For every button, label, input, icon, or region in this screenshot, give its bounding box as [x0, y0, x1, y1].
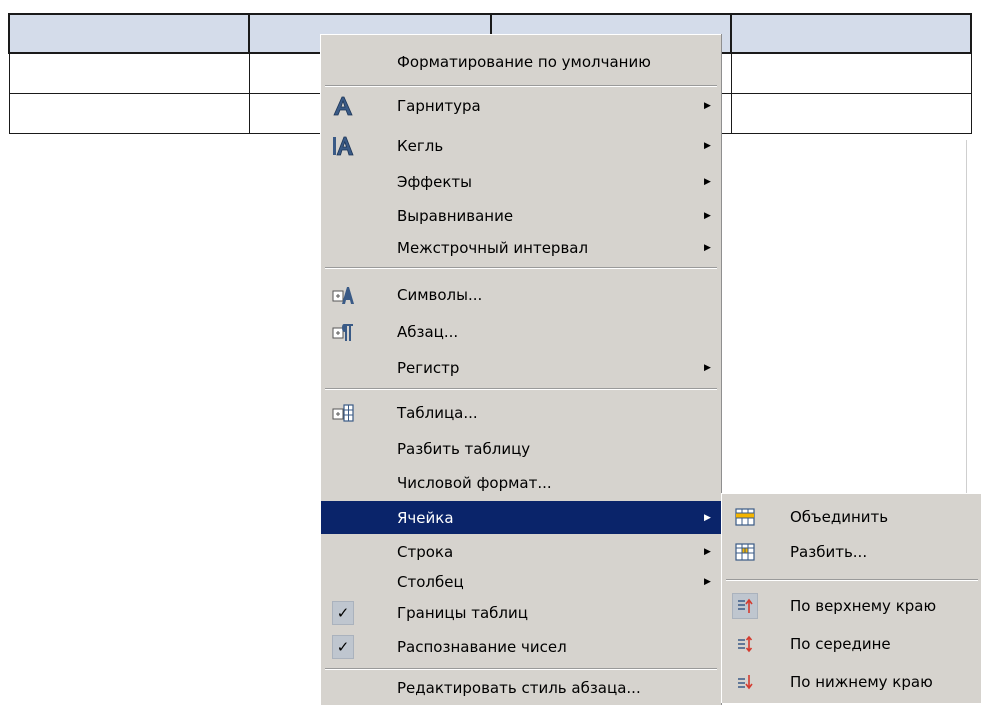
menu-item-label: Символы...	[397, 285, 483, 304]
table-cell[interactable]	[8, 13, 250, 54]
submenu-item-label: По нижнему краю	[790, 673, 933, 691]
menu-item-paragraph[interactable]: Абзац...	[321, 315, 721, 348]
submenu-item-label: По верхнему краю	[790, 597, 937, 615]
table-props-icon	[332, 402, 354, 424]
menu-item-table-boundaries[interactable]: ✓ Границы таблиц	[321, 596, 721, 629]
menu-item-font-size[interactable]: Кегль ▶	[321, 129, 721, 162]
menu-item-label: Числовой формат...	[397, 473, 552, 492]
menu-item-line-spacing[interactable]: Межстрочный интервал ▶	[321, 231, 721, 264]
menu-separator	[325, 668, 717, 670]
menu-item-cell[interactable]: Ячейка ▶	[321, 501, 721, 534]
menu-item-label: Таблица...	[397, 403, 478, 422]
character-icon	[332, 284, 354, 306]
menu-item-label: Столбец	[397, 572, 464, 591]
submenu-item-align-bottom[interactable]: По нижнему краю	[722, 663, 981, 701]
check-icon: ✓	[332, 634, 354, 659]
table-cell[interactable]	[730, 52, 972, 94]
align-middle-icon	[732, 631, 758, 657]
table-cell[interactable]	[730, 93, 972, 134]
menu-item-label: Форматирование по умолчанию	[397, 52, 651, 71]
submenu-arrow-icon: ▶	[704, 242, 711, 253]
submenu-arrow-icon: ▶	[704, 140, 711, 151]
menu-item-label: Абзац...	[397, 322, 459, 341]
menu-item-font-name[interactable]: Гарнитура ▶	[321, 89, 721, 122]
submenu-item-align-middle[interactable]: По середине	[722, 625, 981, 663]
menu-item-label: Границы таблиц	[397, 603, 528, 622]
submenu-arrow-icon: ▶	[704, 512, 711, 523]
submenu-item-split[interactable]: Разбить...	[722, 533, 981, 571]
submenu-item-label: По середине	[790, 635, 891, 653]
menu-item-label: Гарнитура	[397, 96, 481, 115]
menu-item-label: Редактировать стиль абзаца...	[397, 678, 641, 697]
menu-item-label: Эффекты	[397, 172, 472, 191]
menu-item-alignment[interactable]: Выравнивание ▶	[321, 199, 721, 232]
menu-item-label: Строка	[397, 542, 454, 561]
submenu-arrow-icon: ▶	[704, 546, 711, 557]
menu-separator	[325, 388, 717, 390]
menu-item-split-table[interactable]: Разбить таблицу	[321, 432, 721, 465]
table-cell[interactable]	[8, 52, 250, 94]
font-size-icon	[332, 135, 354, 157]
menu-item-label: Разбить таблицу	[397, 439, 531, 458]
cell-submenu: Объединить Разбить... По верхнему краю П…	[721, 493, 981, 703]
align-top-icon	[732, 593, 758, 619]
split-cells-icon	[732, 539, 758, 565]
submenu-item-align-top[interactable]: По верхнему краю	[722, 587, 981, 625]
context-menu: Форматирование по умолчанию Гарнитура ▶ …	[320, 34, 721, 705]
menu-item-number-format[interactable]: Числовой формат...	[321, 466, 721, 499]
menu-item-case[interactable]: Регистр ▶	[321, 351, 721, 384]
menu-separator	[325, 85, 717, 87]
font-name-icon	[332, 95, 354, 117]
table-cell[interactable]	[730, 13, 972, 54]
menu-item-edit-paragraph-style[interactable]: Редактировать стиль абзаца...	[321, 671, 721, 704]
submenu-arrow-icon: ▶	[704, 100, 711, 111]
menu-item-number-recognition[interactable]: ✓ Распознавание чисел	[321, 630, 721, 663]
submenu-separator	[726, 579, 978, 581]
align-bottom-icon	[732, 669, 758, 695]
menu-item-label: Выравнивание	[397, 206, 514, 225]
menu-item-effects[interactable]: Эффекты ▶	[321, 165, 721, 198]
submenu-arrow-icon: ▶	[704, 176, 711, 187]
menu-item-label: Межстрочный интервал	[397, 238, 589, 257]
check-icon: ✓	[332, 600, 354, 625]
menu-item-column[interactable]: Столбец ▶	[321, 565, 721, 598]
submenu-item-label: Разбить...	[790, 543, 868, 561]
menu-item-table-properties[interactable]: Таблица...	[321, 396, 721, 429]
merge-cells-icon	[732, 504, 758, 530]
menu-item-default-formatting[interactable]: Форматирование по умолчанию	[321, 45, 721, 78]
menu-item-label: Ячейка	[397, 508, 454, 527]
table-cell[interactable]	[8, 93, 250, 134]
menu-separator	[325, 267, 717, 269]
menu-item-label: Кегль	[397, 136, 444, 155]
checkbox-checked: ✓	[332, 634, 354, 659]
menu-item-row[interactable]: Строка ▶	[321, 535, 721, 568]
submenu-item-merge[interactable]: Объединить	[722, 498, 981, 536]
paragraph-icon	[332, 321, 354, 343]
checkbox-checked: ✓	[332, 600, 354, 625]
menu-item-characters[interactable]: Символы...	[321, 278, 721, 311]
submenu-item-label: Объединить	[790, 508, 889, 526]
submenu-arrow-icon: ▶	[704, 362, 711, 373]
submenu-arrow-icon: ▶	[704, 576, 711, 587]
menu-item-label: Регистр	[397, 358, 460, 377]
submenu-arrow-icon: ▶	[704, 210, 711, 221]
menu-item-label: Распознавание чисел	[397, 637, 567, 656]
